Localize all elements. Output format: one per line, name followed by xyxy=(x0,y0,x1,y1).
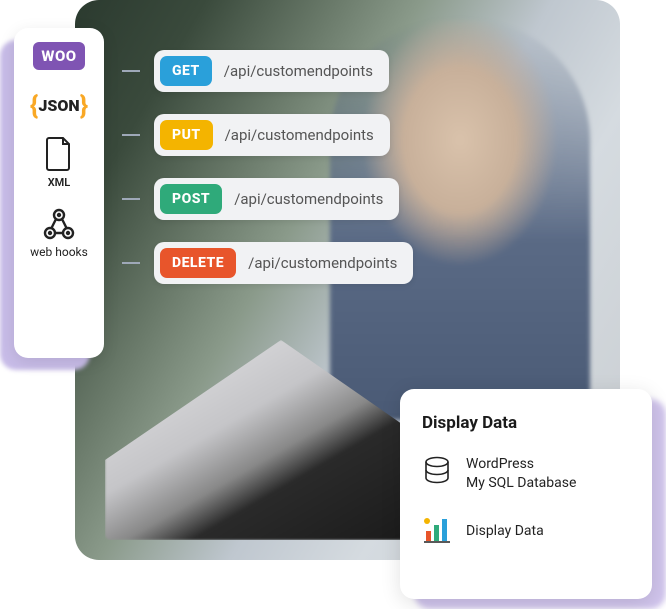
display-row-line1: WordPress xyxy=(466,455,576,474)
endpoint-row-get: GET /api/customendpoints xyxy=(122,50,413,92)
integrations-sidebar: WOO {JSON} XML xyxy=(14,28,104,358)
endpoint-path: /api/customendpoints xyxy=(224,62,373,80)
display-card-title: Display Data xyxy=(422,413,630,433)
display-data-card: Display Data WordPress My SQL Database xyxy=(400,389,652,599)
webhook-label: web hooks xyxy=(30,245,88,259)
woo-icon: WOO xyxy=(33,42,84,70)
display-row-line1: Display Data xyxy=(466,522,544,541)
xml-file-icon xyxy=(45,136,73,172)
bar-chart-icon xyxy=(422,515,452,549)
endpoint-path: /api/customendpoints xyxy=(225,126,374,144)
http-method-badge: DELETE xyxy=(160,248,236,278)
connector-line xyxy=(122,70,140,72)
endpoints-list: GET /api/customendpoints PUT /api/custom… xyxy=(122,50,413,284)
webhook-icon xyxy=(40,207,78,241)
endpoint-row-put: PUT /api/customendpoints xyxy=(122,114,413,156)
display-row-line2: My SQL Database xyxy=(466,474,576,493)
endpoint-pill: DELETE /api/customendpoints xyxy=(154,242,413,284)
endpoint-path: /api/customendpoints xyxy=(234,190,383,208)
endpoint-row-delete: DELETE /api/customendpoints xyxy=(122,242,413,284)
xml-label: XML xyxy=(48,176,71,189)
json-icon: {JSON} xyxy=(20,88,98,118)
json-label: JSON xyxy=(38,96,79,115)
sidebar-item-xml: XML xyxy=(20,136,98,189)
endpoint-pill: POST /api/customendpoints xyxy=(154,178,399,220)
database-icon xyxy=(422,456,452,492)
connector-line xyxy=(122,134,140,136)
sidebar-item-json: {JSON} xyxy=(20,88,98,118)
endpoint-pill: PUT /api/customendpoints xyxy=(154,114,390,156)
endpoint-path: /api/customendpoints xyxy=(248,254,397,272)
connector-line xyxy=(122,262,140,264)
endpoint-pill: GET /api/customendpoints xyxy=(154,50,389,92)
display-row-database: WordPress My SQL Database xyxy=(422,455,630,493)
endpoint-row-post: POST /api/customendpoints xyxy=(122,178,413,220)
sidebar-item-woo: WOO xyxy=(20,42,98,70)
http-method-badge: GET xyxy=(160,56,212,86)
http-method-badge: POST xyxy=(160,184,222,214)
sidebar-item-webhooks: web hooks xyxy=(20,207,98,259)
connector-line xyxy=(122,198,140,200)
display-row-chart: Display Data xyxy=(422,515,630,549)
http-method-badge: PUT xyxy=(160,120,213,150)
